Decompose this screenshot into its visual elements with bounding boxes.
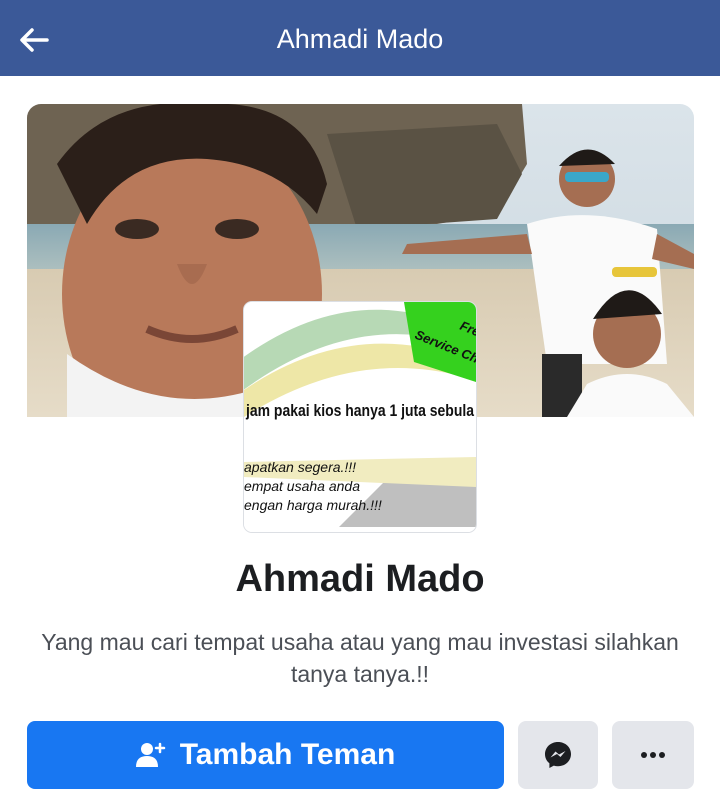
add-friend-button[interactable]: Tambah Teman — [27, 721, 504, 789]
top-app-bar: Ahmadi Mado — [0, 0, 720, 76]
messenger-button[interactable] — [518, 721, 598, 789]
ad-line-1: apatkan segera.!!! — [244, 459, 356, 475]
messenger-icon — [545, 742, 571, 768]
ad-main-line: jam pakai kios hanya 1 juta sebula — [245, 401, 474, 420]
page-title: Ahmadi Mado — [276, 24, 444, 54]
more-dots-icon — [641, 752, 665, 758]
profile-picture[interactable]: Free Service Cha jam pakai kios hanya 1 … — [244, 302, 476, 532]
profile-picture-image: Free Service Cha jam pakai kios hanya 1 … — [244, 302, 476, 532]
profile-name: Ahmadi Mado — [235, 558, 485, 600]
more-options-button[interactable] — [612, 721, 694, 789]
add-friend-label: Tambah Teman — [179, 738, 396, 771]
ad-line-3: engan harga murah.!!! — [244, 497, 382, 513]
add-person-icon — [135, 742, 165, 767]
ad-line-2: empat usaha anda — [244, 478, 360, 494]
profile-bio: Yang mau cari tempat usaha atau yang mau… — [41, 629, 679, 687]
